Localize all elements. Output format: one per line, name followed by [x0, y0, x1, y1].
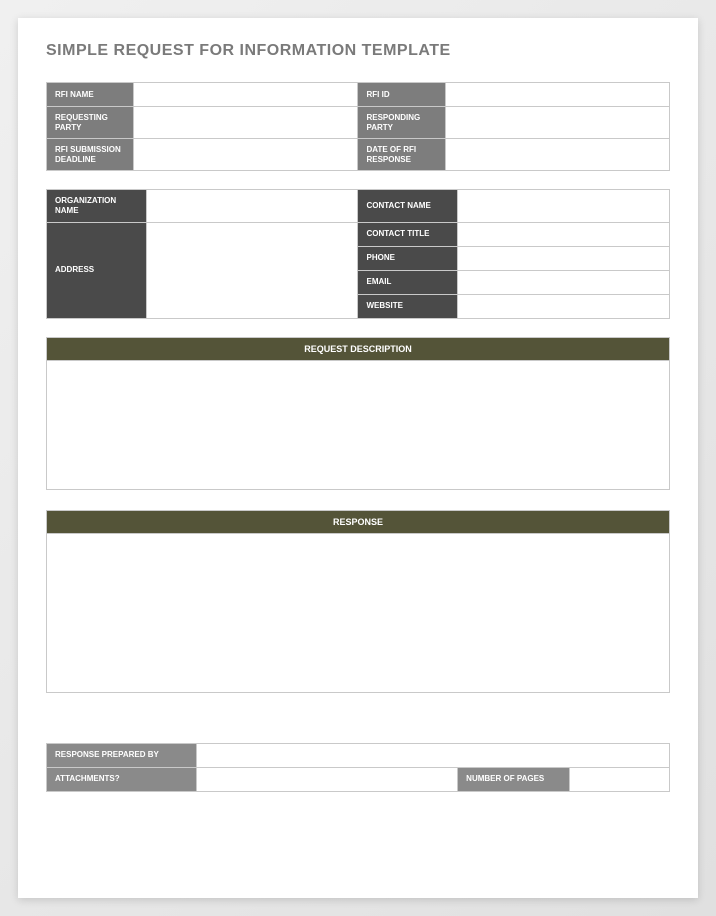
responding-party-input[interactable]	[446, 107, 669, 138]
email-label: EMAIL	[358, 270, 458, 294]
attachments-input[interactable]	[197, 768, 458, 791]
address-label: ADDRESS	[47, 222, 147, 318]
footer-table: RESPONSE PREPARED BY ATTACHMENTS? NUMBER…	[46, 743, 670, 792]
prepared-by-label: RESPONSE PREPARED BY	[47, 743, 197, 767]
response-textarea[interactable]	[47, 534, 669, 692]
org-name-label: ORGANIZATION NAME	[47, 190, 147, 222]
attachments-label: ATTACHMENTS?	[47, 767, 197, 791]
spacer	[46, 713, 670, 743]
organization-table: ORGANIZATION NAME CONTACT NAME ADDRESS C…	[46, 189, 670, 318]
num-pages-label: NUMBER OF PAGES	[458, 767, 570, 791]
requesting-party-label: REQUESTING PARTY	[47, 107, 134, 139]
contact-name-label: CONTACT NAME	[358, 190, 458, 222]
rfi-name-cell	[134, 83, 358, 107]
request-description-textarea[interactable]	[47, 361, 669, 489]
website-input[interactable]	[458, 295, 669, 318]
responding-party-label: RESPONDING PARTY	[358, 107, 445, 139]
email-cell	[458, 270, 670, 294]
contact-title-input[interactable]	[458, 223, 669, 246]
submission-deadline-cell	[134, 139, 358, 171]
rfi-name-input[interactable]	[134, 83, 357, 106]
requesting-party-input[interactable]	[134, 107, 357, 138]
phone-input[interactable]	[458, 247, 669, 270]
org-name-input[interactable]	[147, 190, 358, 221]
submission-deadline-input[interactable]	[134, 139, 357, 170]
phone-label: PHONE	[358, 246, 458, 270]
date-response-input[interactable]	[446, 139, 669, 170]
contact-title-cell	[458, 222, 670, 246]
submission-deadline-label: RFI SUBMISSION DEADLINE	[47, 139, 134, 171]
prepared-by-cell	[196, 743, 669, 767]
date-response-label: DATE OF RFI RESPONSE	[358, 139, 445, 171]
response-header: RESPONSE	[46, 510, 670, 533]
phone-cell	[458, 246, 670, 270]
requesting-party-cell	[134, 107, 358, 139]
email-input[interactable]	[458, 271, 669, 294]
rfi-name-label: RFI NAME	[47, 83, 134, 107]
response-body	[46, 533, 670, 693]
address-cell	[146, 222, 358, 318]
contact-name-cell	[458, 190, 670, 222]
request-description-header: REQUEST DESCRIPTION	[46, 337, 670, 360]
contact-title-label: CONTACT TITLE	[358, 222, 458, 246]
rfi-header-table: RFI NAME RFI ID REQUESTING PARTY RESPOND…	[46, 82, 670, 171]
website-label: WEBSITE	[358, 294, 458, 318]
date-response-cell	[445, 139, 669, 171]
rfi-id-label: RFI ID	[358, 83, 445, 107]
num-pages-cell	[570, 767, 670, 791]
document-page: SIMPLE REQUEST FOR INFORMATION TEMPLATE …	[18, 18, 698, 898]
org-name-cell	[146, 190, 358, 222]
prepared-by-input[interactable]	[197, 744, 669, 767]
rfi-id-input[interactable]	[446, 83, 669, 106]
address-input[interactable]	[147, 223, 358, 318]
num-pages-input[interactable]	[570, 768, 669, 791]
responding-party-cell	[445, 107, 669, 139]
contact-name-input[interactable]	[458, 190, 669, 221]
rfi-id-cell	[445, 83, 669, 107]
request-description-body	[46, 360, 670, 490]
page-title: SIMPLE REQUEST FOR INFORMATION TEMPLATE	[46, 42, 670, 60]
attachments-cell	[196, 767, 458, 791]
website-cell	[458, 294, 670, 318]
